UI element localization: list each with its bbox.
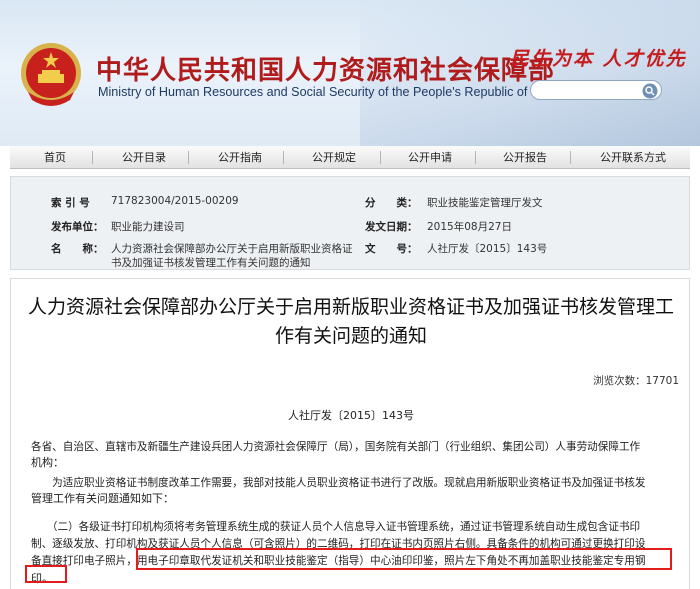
highlight-box: [136, 548, 672, 570]
national-emblem-icon: [21, 43, 81, 106]
highlighted-text-end: 印。: [31, 572, 53, 585]
nav-divider: [475, 151, 476, 164]
document-meta: 索 引 号 717823004/2015-00209 分 类： 职业技能鉴定管理…: [10, 176, 690, 270]
search-icon[interactable]: [642, 83, 658, 99]
issuer-value: 职业能力建设司: [111, 221, 185, 233]
name-value-line2: 书及加强证书核发管理工作有关问题的通知: [111, 257, 311, 269]
paragraph-salutation: 各省、自治区、直辖市及新疆生产建设兵团人力资源社会保障厅（局），国务院有关部门（…: [31, 439, 681, 471]
category-label: 分 类：: [365, 197, 418, 209]
date-value: 2015年08月27日: [427, 221, 512, 233]
search-input[interactable]: [530, 80, 662, 100]
index-value: 717823004/2015-00209: [111, 195, 239, 207]
docno-value: 人社厅发〔2015〕143号: [427, 243, 548, 255]
header-banner: 中华人民共和国人力资源和社会保障部 Ministry of Human Reso…: [0, 0, 700, 146]
nav-home[interactable]: 首页: [44, 146, 66, 169]
index-label: 索 引 号: [51, 197, 90, 209]
article-title: 人力资源社会保障部办公厅关于启用新版职业资格证书及加强证书核发管理工 作有关问题…: [11, 293, 691, 351]
nav-divider: [283, 151, 284, 164]
nav-catalog[interactable]: 公开目录: [122, 146, 166, 169]
name-label: 名 称：: [51, 243, 104, 255]
paragraph-line: 为适应职业资格证书制度改革工作需要，我部对技能人员职业资格证书进行了改版。现就启…: [31, 477, 646, 489]
nav-application[interactable]: 公开申请: [408, 146, 452, 169]
nav-divider: [92, 151, 93, 164]
nav-divider: [380, 151, 381, 164]
paragraph-line: 各省、自治区、直辖市及新疆生产建设兵团人力资源社会保障厅（局），国务院有关部门（…: [31, 441, 641, 453]
article-title-line2: 作有关问题的通知: [274, 325, 427, 347]
slogan: 民生为本 人才优先: [510, 48, 687, 70]
paragraph-line: 管理工作有关问题通知如下：: [31, 492, 174, 505]
nav-contact[interactable]: 公开联系方式: [600, 146, 666, 169]
docno-label: 文 号：: [365, 243, 418, 255]
highlight-box-end: [25, 565, 67, 583]
name-value-line1: 人力资源社会保障部办公厅关于启用新版职业资格证: [111, 243, 353, 255]
main-nav: 首页 公开目录 公开指南 公开规定 公开申请 公开报告 公开联系方式: [10, 146, 690, 169]
category-value: 职业技能鉴定管理厅发文: [427, 197, 543, 209]
site-title-en: Ministry of Human Resources and Social S…: [98, 85, 564, 99]
nav-report[interactable]: 公开报告: [503, 146, 547, 169]
view-count: 浏览次数：17701: [593, 375, 679, 387]
nav-rules[interactable]: 公开规定: [312, 146, 356, 169]
paragraph-intro: 为适应职业资格证书制度改革工作需要，我部对技能人员职业资格证书进行了改版。现就启…: [31, 475, 681, 507]
paragraph-line: （二）各级证书打印机构须将考务管理系统生成的获证人员个人信息导入证书管理系统，通…: [31, 521, 641, 533]
nav-divider: [188, 151, 189, 164]
nav-divider: [570, 151, 571, 164]
article-docno: 人社厅发〔2015〕143号: [288, 409, 414, 422]
site-title-cn[interactable]: 中华人民共和国人力资源和社会保障部: [96, 50, 555, 87]
date-label: 发文日期：: [365, 221, 418, 233]
issuer-label: 发布单位：: [51, 221, 104, 233]
article-title-line1: 人力资源社会保障部办公厅关于启用新版职业资格证书及加强证书核发管理工: [27, 296, 674, 318]
paragraph-line: 机构：: [31, 456, 64, 469]
article-body: 人力资源社会保障部办公厅关于启用新版职业资格证书及加强证书核发管理工 作有关问题…: [10, 278, 690, 589]
nav-guide[interactable]: 公开指南: [218, 146, 262, 169]
